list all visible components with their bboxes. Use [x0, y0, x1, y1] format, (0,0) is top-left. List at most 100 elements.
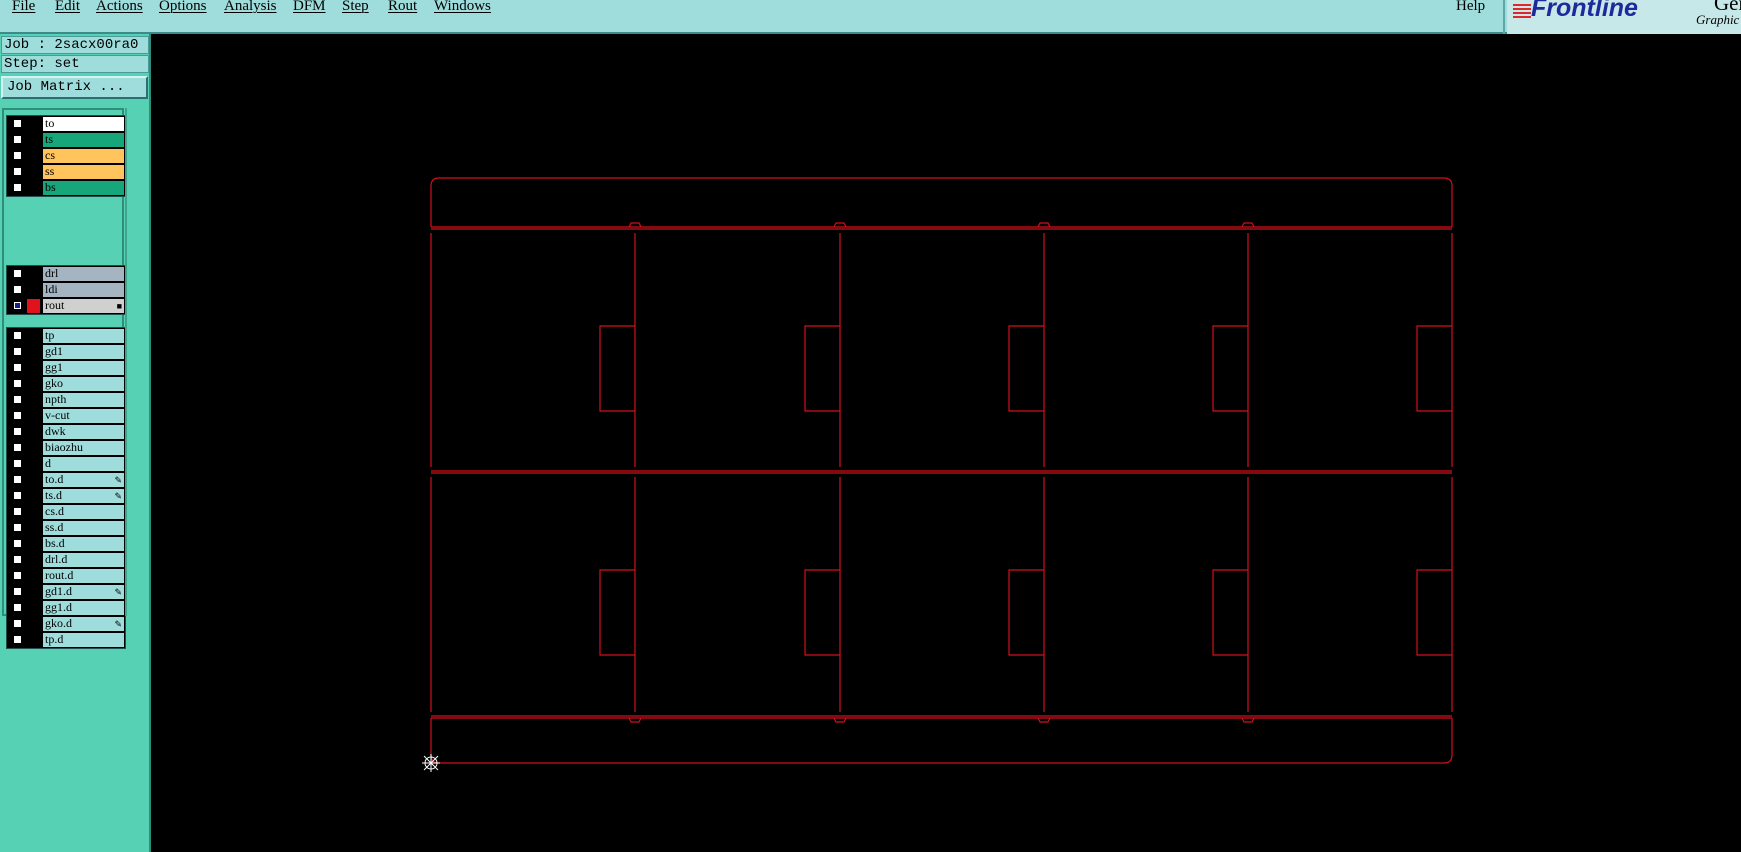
layer-display-checkbox[interactable]: [13, 411, 22, 420]
layer-name[interactable]: to.d ✎: [43, 473, 124, 487]
layer-row-rout-d[interactable]: rout.d: [7, 568, 125, 584]
layer-name[interactable]: gg1: [43, 361, 124, 375]
layer-color-swatch[interactable]: [27, 299, 40, 313]
layer-display-checkbox[interactable]: [13, 395, 22, 404]
layer-display-checkbox[interactable]: [13, 475, 22, 484]
layer-display-checkbox[interactable]: [13, 301, 22, 310]
layer-display-checkbox[interactable]: [13, 347, 22, 356]
layer-name[interactable]: bs.d: [43, 537, 124, 551]
layer-color-swatch[interactable]: [27, 267, 40, 281]
layer-name[interactable]: gg1.d: [43, 601, 124, 615]
layer-display-checkbox[interactable]: [13, 269, 22, 278]
layer-name[interactable]: gd1: [43, 345, 124, 359]
layer-name[interactable]: to: [43, 117, 124, 131]
layer-color-swatch[interactable]: [27, 393, 40, 407]
layer-name[interactable]: ldi: [43, 283, 124, 297]
layer-name[interactable]: rout ■: [43, 299, 124, 313]
layer-name[interactable]: biaozhu: [43, 441, 124, 455]
menu-analysis[interactable]: Analysis: [224, 0, 277, 15]
menu-help[interactable]: Help: [1456, 0, 1485, 15]
layer-display-checkbox[interactable]: [13, 635, 22, 644]
menu-dfm[interactable]: DFM: [293, 0, 326, 15]
layer-row-biaozhu[interactable]: biaozhu: [7, 440, 125, 456]
layer-color-swatch[interactable]: [27, 457, 40, 471]
layer-name[interactable]: v-cut: [43, 409, 124, 423]
layer-name[interactable]: tp.d: [43, 633, 124, 647]
layer-color-swatch[interactable]: [27, 601, 40, 615]
layer-display-checkbox[interactable]: [13, 459, 22, 468]
layer-color-swatch[interactable]: [27, 329, 40, 343]
layer-color-swatch[interactable]: [27, 633, 40, 647]
layer-row-gg1-d[interactable]: gg1.d: [7, 600, 125, 616]
layer-name[interactable]: ss: [43, 165, 124, 179]
layer-display-checkbox[interactable]: [13, 379, 22, 388]
layer-row-rout[interactable]: rout ■: [7, 298, 125, 314]
layer-row-drl-d[interactable]: drl.d: [7, 552, 125, 568]
layer-color-swatch[interactable]: [27, 617, 40, 631]
menu-file[interactable]: File: [12, 0, 35, 15]
layer-name[interactable]: cs: [43, 149, 124, 163]
layer-display-checkbox[interactable]: [13, 135, 22, 144]
layer-color-swatch[interactable]: [27, 409, 40, 423]
layer-display-checkbox[interactable]: [13, 119, 22, 128]
layer-color-swatch[interactable]: [27, 345, 40, 359]
layer-row-tp-d[interactable]: tp.d: [7, 632, 125, 648]
layer-row-ss-d[interactable]: ss.d: [7, 520, 125, 536]
layer-display-checkbox[interactable]: [13, 363, 22, 372]
layer-name[interactable]: tp: [43, 329, 124, 343]
layer-row-to-d[interactable]: to.d ✎: [7, 472, 125, 488]
layer-row-v-cut[interactable]: v-cut: [7, 408, 125, 424]
layer-row-gko-d[interactable]: gko.d ✎: [7, 616, 125, 632]
layer-name[interactable]: npth: [43, 393, 124, 407]
layer-row-npth[interactable]: npth: [7, 392, 125, 408]
layer-row-ldi[interactable]: ldi: [7, 282, 125, 298]
layer-color-swatch[interactable]: [27, 505, 40, 519]
layer-display-checkbox[interactable]: [13, 571, 22, 580]
layer-list-scrollbar[interactable]: [125, 108, 149, 616]
layer-color-swatch[interactable]: [27, 585, 40, 599]
layer-row-cs-d[interactable]: cs.d: [7, 504, 125, 520]
graphics-canvas[interactable]: [151, 34, 1741, 852]
layer-name[interactable]: gko: [43, 377, 124, 391]
layer-color-swatch[interactable]: [27, 473, 40, 487]
layer-row-gg1[interactable]: gg1: [7, 360, 125, 376]
layer-row-ts-d[interactable]: ts.d ✎: [7, 488, 125, 504]
layer-name[interactable]: bs: [43, 181, 124, 195]
layer-color-swatch[interactable]: [27, 489, 40, 503]
layer-display-checkbox[interactable]: [13, 539, 22, 548]
layer-display-checkbox[interactable]: [13, 555, 22, 564]
layer-row-gko[interactable]: gko: [7, 376, 125, 392]
layer-name[interactable]: ts.d ✎: [43, 489, 124, 503]
layer-display-checkbox[interactable]: [13, 443, 22, 452]
menu-step[interactable]: Step: [342, 0, 369, 15]
layer-display-checkbox[interactable]: [13, 183, 22, 192]
layer-color-swatch[interactable]: [27, 569, 40, 583]
layer-display-checkbox[interactable]: [13, 427, 22, 436]
layer-row-tp[interactable]: tp: [7, 328, 125, 344]
layer-color-swatch[interactable]: [27, 149, 40, 163]
job-matrix-button[interactable]: Job Matrix ...: [1, 76, 148, 99]
layer-display-checkbox[interactable]: [13, 619, 22, 628]
layer-color-swatch[interactable]: [27, 553, 40, 567]
layer-color-swatch[interactable]: [27, 117, 40, 131]
menu-windows[interactable]: Windows: [434, 0, 491, 15]
layer-color-swatch[interactable]: [27, 165, 40, 179]
layer-display-checkbox[interactable]: [13, 491, 22, 500]
layer-display-checkbox[interactable]: [13, 603, 22, 612]
layer-color-swatch[interactable]: [27, 521, 40, 535]
menu-rout[interactable]: Rout: [388, 0, 417, 15]
layer-display-checkbox[interactable]: [13, 151, 22, 160]
layer-name[interactable]: ss.d: [43, 521, 124, 535]
layer-name[interactable]: ts: [43, 133, 124, 147]
layer-name[interactable]: d: [43, 457, 124, 471]
layer-color-swatch[interactable]: [27, 377, 40, 391]
layer-name[interactable]: rout.d: [43, 569, 124, 583]
layer-row-ss[interactable]: ss: [7, 164, 125, 180]
layer-color-swatch[interactable]: [27, 133, 40, 147]
layer-row-to[interactable]: to: [7, 116, 125, 132]
layer-row-bs[interactable]: bs: [7, 180, 125, 196]
layer-row-dwk[interactable]: dwk: [7, 424, 125, 440]
menu-edit[interactable]: Edit: [55, 0, 80, 15]
layer-name[interactable]: gd1.d ✎: [43, 585, 124, 599]
layer-name[interactable]: drl: [43, 267, 124, 281]
